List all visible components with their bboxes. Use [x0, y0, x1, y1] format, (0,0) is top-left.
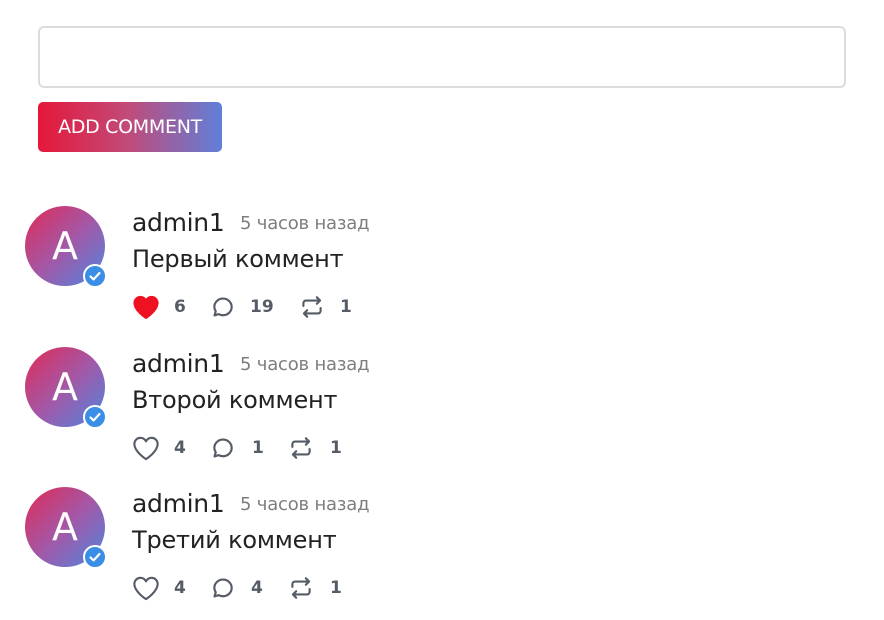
comment-author[interactable]: admin1 [132, 487, 225, 521]
comment-timestamp: 5 часов назад [240, 213, 370, 234]
comment-timestamp: 5 часов назад [240, 354, 370, 375]
repost-arrows-icon [291, 577, 311, 599]
repost-button[interactable]: 1 [287, 573, 342, 603]
like-count: 6 [174, 297, 186, 317]
check-badge-icon [83, 264, 107, 288]
reply-button[interactable]: 19 [210, 292, 274, 322]
reply-count: 19 [250, 297, 274, 317]
comment-text: Третий коммент [132, 526, 337, 554]
reply-count: 1 [252, 438, 264, 458]
comment-author[interactable]: admin1 [132, 347, 225, 381]
comment-text: Первый коммент [132, 245, 344, 273]
comment-input[interactable] [38, 26, 846, 88]
comment-item: A admin1 5 часов назад Второй коммент 4 … [0, 347, 884, 477]
check-badge-icon [83, 545, 107, 569]
check-badge-icon [83, 405, 107, 429]
comment-item: A admin1 5 часов назад Третий коммент 4 … [0, 487, 884, 617]
like-count: 4 [174, 438, 186, 458]
comment-text: Второй коммент [132, 386, 338, 414]
reply-count: 4 [251, 578, 263, 598]
speech-bubble-icon [213, 297, 233, 317]
comments-page: ADD COMMENT A admin1 5 часов назад Первы… [0, 0, 884, 620]
repost-count: 1 [340, 297, 352, 317]
repost-button[interactable]: 1 [298, 292, 352, 322]
comment-timestamp: 5 часов назад [240, 494, 370, 515]
repost-arrows-icon [291, 437, 311, 459]
like-count: 4 [174, 578, 186, 598]
repost-arrows-icon [302, 296, 322, 318]
reply-button[interactable]: 1 [210, 433, 264, 463]
repost-count: 1 [330, 438, 342, 458]
heart-icon [133, 576, 159, 601]
like-button[interactable]: 4 [132, 433, 186, 463]
speech-bubble-icon [213, 438, 233, 458]
repost-count: 1 [330, 578, 342, 598]
add-comment-button[interactable]: ADD COMMENT [38, 102, 222, 152]
repost-button[interactable]: 1 [287, 433, 342, 463]
like-button[interactable]: 6 [132, 292, 186, 322]
reply-button[interactable]: 4 [210, 573, 263, 603]
comment-author[interactable]: admin1 [132, 206, 225, 240]
speech-bubble-icon [213, 578, 233, 598]
like-button[interactable]: 4 [132, 573, 186, 603]
heart-icon [133, 295, 159, 320]
heart-icon [133, 436, 159, 461]
comment-item: A admin1 5 часов назад Первый коммент 6 … [0, 206, 884, 336]
